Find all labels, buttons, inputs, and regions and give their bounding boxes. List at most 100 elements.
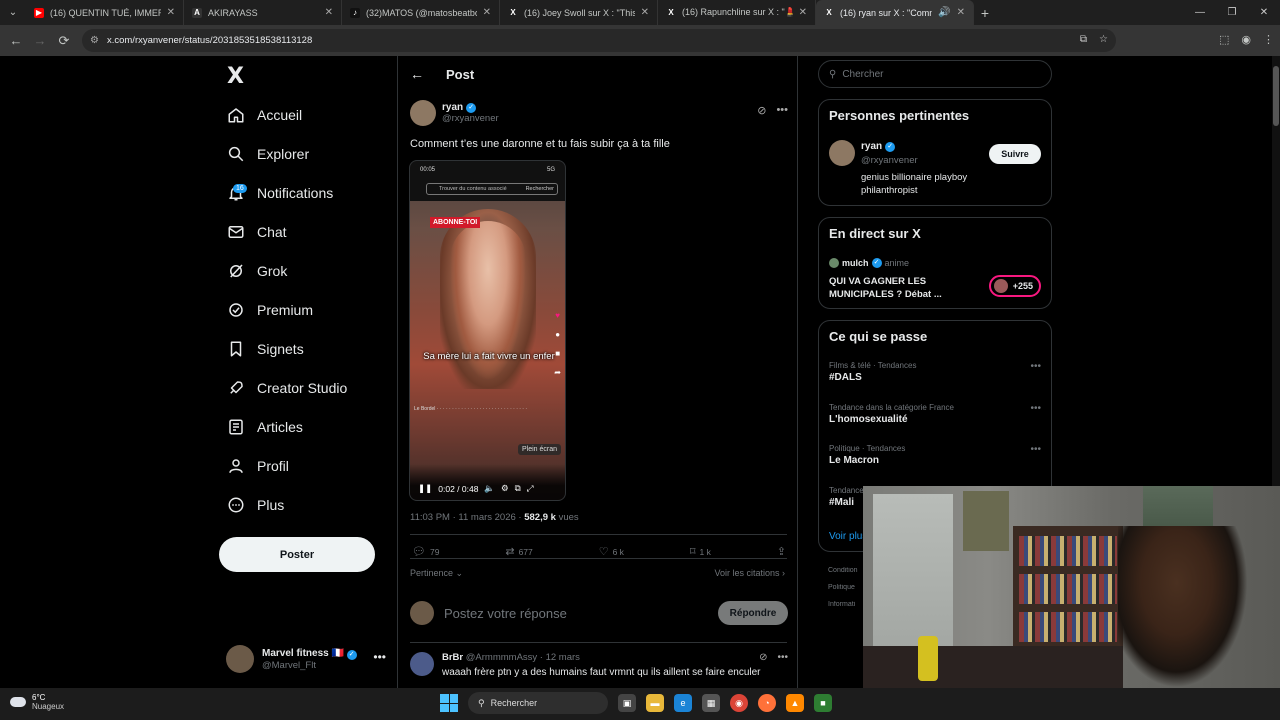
- video-player[interactable]: 00:05 5G Trouver du contenu associé Rech…: [409, 160, 566, 501]
- nav-item-profil[interactable]: Profil: [219, 451, 289, 481]
- maximize-button[interactable]: ❐: [1216, 0, 1248, 25]
- extensions-icon[interactable]: ⬚: [1219, 33, 1229, 46]
- browser-tab[interactable]: ▶ (16) QUENTIN TUÉ, IMMERSION ✕: [26, 0, 184, 25]
- nav-item-grok[interactable]: Grok: [219, 256, 287, 286]
- account-switcher[interactable]: Marvel fitness 🇫🇷 ✓ @Marvel_Flt •••: [226, 642, 386, 676]
- browser-tab[interactable]: ♪ (32)MATOS (@matosbeatbox) | ✕: [342, 0, 500, 25]
- forward-button[interactable]: →: [28, 33, 52, 48]
- footer-link[interactable]: Politique: [828, 584, 868, 591]
- pip-icon[interactable]: ⧉: [515, 483, 521, 494]
- audio-icon[interactable]: 🔊: [938, 7, 950, 18]
- reply-input[interactable]: Postez votre réponse: [444, 606, 567, 621]
- more-icon[interactable]: •••: [1030, 403, 1041, 414]
- browser-tab-active[interactable]: X (16) ryan sur X : "Comment 🔊 ✕: [816, 0, 974, 25]
- sort-dropdown[interactable]: Pertinence ⌄: [410, 568, 463, 579]
- fullscreen-icon[interactable]: ⤢: [527, 483, 534, 494]
- profile-icon[interactable]: ◉: [1241, 33, 1251, 46]
- trend-item[interactable]: Tendance dans la catégorie France L'homo…: [829, 403, 954, 425]
- close-icon[interactable]: ✕: [483, 7, 491, 18]
- browser-tab[interactable]: X (16) Rapunchline sur X : "💄 BC ✕: [658, 0, 816, 25]
- nav-item-articles[interactable]: Articles: [219, 412, 303, 442]
- user-name[interactable]: ryan ✓: [861, 141, 896, 152]
- follow-button[interactable]: Suivre: [989, 144, 1041, 164]
- tab-search-button[interactable]: ⌄: [0, 0, 26, 25]
- live-title: QUI VA GAGNER LES MUNICIPALES ? Débat ..…: [829, 276, 942, 300]
- tab-title: (16) Rapunchline sur X : "💄 BC: [682, 7, 793, 17]
- nav-item-signets[interactable]: Signets: [219, 334, 304, 364]
- author-handle[interactable]: @rxyanvener: [442, 113, 499, 124]
- firefox-icon[interactable]: ◔: [758, 694, 776, 712]
- more-icon[interactable]: •••: [777, 652, 788, 663]
- pause-icon[interactable]: ❚❚: [418, 483, 432, 494]
- volume-icon[interactable]: 🔈: [484, 483, 495, 494]
- more-icon[interactable]: •••: [1030, 361, 1041, 372]
- share-button[interactable]: ⇪: [777, 545, 786, 558]
- avatar[interactable]: [829, 140, 855, 166]
- star-icon[interactable]: ☆: [1099, 34, 1108, 45]
- reply-submit-button[interactable]: Répondre: [718, 601, 788, 625]
- install-icon[interactable]: ⧉: [1080, 34, 1087, 45]
- repost-button[interactable]: ⇄ 677: [505, 545, 532, 558]
- taskbar-search[interactable]: ⚲ Rechercher: [468, 692, 608, 714]
- close-icon[interactable]: ✕: [641, 7, 649, 18]
- minimize-button[interactable]: —: [1184, 0, 1216, 25]
- footer-link[interactable]: Condition: [828, 567, 868, 574]
- nav-item-premium[interactable]: Premium: [219, 295, 313, 325]
- author-name[interactable]: ryan ✓: [442, 102, 499, 113]
- search-input[interactable]: ⚲ Chercher: [818, 60, 1052, 88]
- browser-tab[interactable]: X (16) Joey Swoll sur X : "This gym ✕: [500, 0, 658, 25]
- vlc-icon[interactable]: ▲: [786, 694, 804, 712]
- close-window-button[interactable]: ✕: [1248, 0, 1280, 25]
- chrome-icon[interactable]: ◉: [730, 694, 748, 712]
- x-logo-icon[interactable]: X: [227, 64, 244, 89]
- grok-icon[interactable]: ⊘: [757, 104, 766, 117]
- task-view-icon[interactable]: ▣: [618, 694, 636, 712]
- close-icon[interactable]: ✕: [957, 7, 965, 18]
- windows-start-icon[interactable]: [440, 694, 458, 712]
- edge-icon[interactable]: e: [674, 694, 692, 712]
- more-icon[interactable]: •••: [776, 104, 788, 117]
- close-icon[interactable]: ✕: [799, 7, 807, 18]
- nav-item-plus[interactable]: Plus: [219, 490, 284, 520]
- browser-tab[interactable]: A AKIRAYASS ✕: [184, 0, 342, 25]
- user-handle[interactable]: @rxyanvener: [861, 155, 918, 166]
- file-explorer-icon[interactable]: ▬: [646, 694, 664, 712]
- avatar[interactable]: [410, 652, 434, 676]
- live-card[interactable]: En direct sur X mulch ✓ anime QUI VA GAG…: [818, 217, 1052, 309]
- trend-item[interactable]: Politique · Tendances Le Macron: [829, 444, 905, 466]
- close-icon[interactable]: ✕: [325, 7, 333, 18]
- footer-link[interactable]: Informati: [828, 601, 868, 608]
- search-icon: ⚲: [829, 68, 837, 80]
- close-icon[interactable]: ✕: [167, 7, 175, 18]
- bookmark-button[interactable]: ⌑ 1 k: [690, 545, 711, 558]
- back-arrow-icon[interactable]: ←: [410, 66, 446, 82]
- trend-item[interactable]: Tendance #Mali: [829, 486, 864, 508]
- more-icon[interactable]: •••: [373, 650, 386, 664]
- new-tab-button[interactable]: +: [974, 5, 996, 21]
- avatar[interactable]: [410, 100, 436, 126]
- grok-icon[interactable]: ⊘: [759, 652, 767, 663]
- nav-item-chat[interactable]: Chat: [219, 217, 287, 247]
- address-bar[interactable]: ⚙ x.com/rxyanvener/status/20318535185381…: [82, 29, 1116, 52]
- site-info-icon[interactable]: ⚙: [90, 35, 99, 46]
- live-listeners-pill[interactable]: +255: [989, 275, 1041, 297]
- settings-icon[interactable]: ⚙: [501, 483, 509, 494]
- reload-button[interactable]: ⟳: [52, 33, 76, 49]
- nav-item-creator-studio[interactable]: Creator Studio: [219, 373, 347, 403]
- view-quotes-link[interactable]: Voir les citations ›: [714, 568, 785, 578]
- nav-item-notifications[interactable]: 16 Notifications: [219, 178, 333, 208]
- like-button[interactable]: ♡ 6 k: [599, 545, 624, 558]
- nav-item-accueil[interactable]: Accueil: [219, 100, 302, 130]
- weather-widget[interactable]: 6°C Nuageux: [10, 693, 64, 711]
- post-button[interactable]: Poster: [219, 537, 375, 572]
- account-name: Marvel fitness 🇫🇷 ✓: [262, 648, 357, 660]
- back-button[interactable]: ←: [4, 33, 28, 48]
- show-more-link[interactable]: Voir plus: [829, 531, 867, 542]
- store-icon[interactable]: ▦: [702, 694, 720, 712]
- more-icon[interactable]: •••: [1030, 444, 1041, 455]
- app-icon[interactable]: ■: [814, 694, 832, 712]
- reply-button[interactable]: 💬︎ 79: [412, 545, 439, 558]
- nav-item-explorer[interactable]: Explorer: [219, 139, 309, 169]
- trend-item[interactable]: Films & télé · Tendances #DALS: [829, 361, 916, 383]
- menu-icon[interactable]: ⋮: [1263, 33, 1274, 46]
